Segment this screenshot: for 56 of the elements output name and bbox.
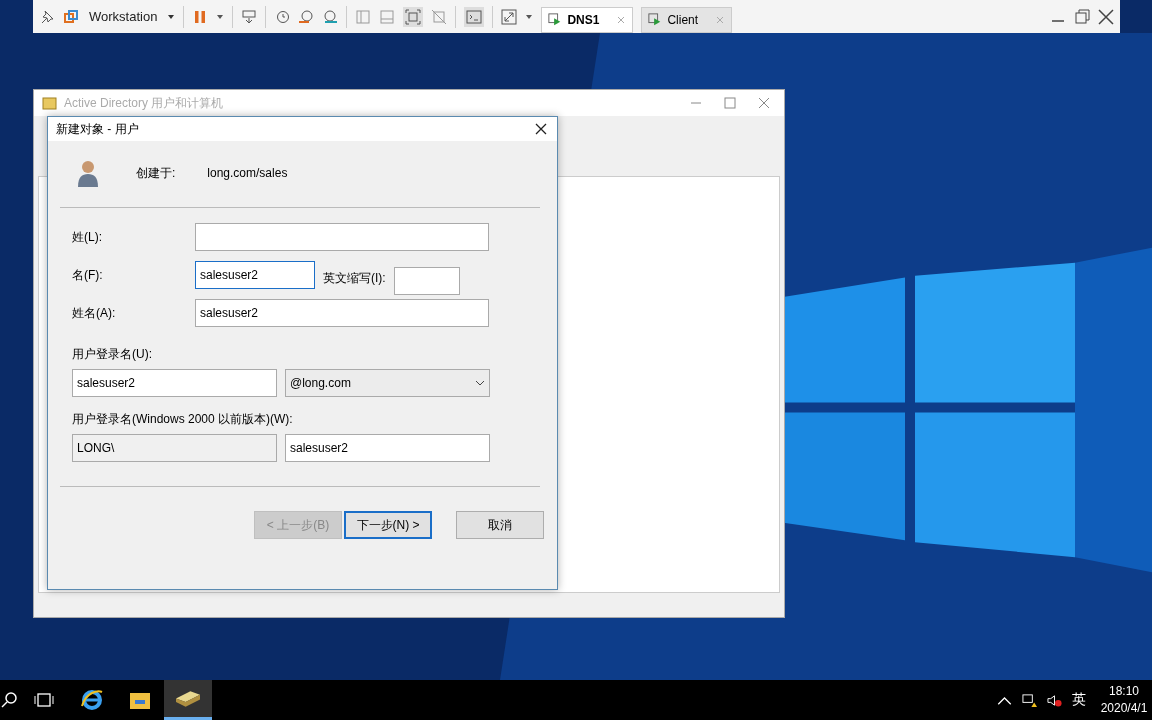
pin-icon[interactable] [39, 8, 55, 25]
tab-label: Client [667, 12, 699, 27]
caret-icon[interactable] [525, 12, 534, 21]
vm-tab[interactable]: DNS1 [541, 6, 634, 33]
taskbar-app[interactable] [164, 680, 212, 720]
field-label: 创建于: [136, 164, 176, 182]
speaker-muted-icon[interactable] [1047, 692, 1062, 708]
caret-icon[interactable] [216, 12, 225, 21]
user-icon [76, 158, 100, 188]
vm-icon [548, 12, 563, 27]
overlapping-squares-icon[interactable] [63, 8, 79, 25]
folder-icon [42, 95, 58, 111]
field-label: 姓(L): [71, 228, 103, 246]
dialog-title: 新建对象 - 用户 [56, 120, 139, 138]
close-icon[interactable] [1098, 8, 1114, 25]
search-icon[interactable] [0, 690, 20, 710]
field-label: 用户登录名(U): [71, 346, 153, 363]
send-keys-icon[interactable] [241, 8, 258, 25]
field-label: 英文缩写(I): [323, 269, 386, 287]
input-field: LONG\ [72, 434, 277, 462]
clock-date[interactable]: 2020/4/1 [1100, 700, 1148, 717]
stretch-icon[interactable] [501, 8, 518, 25]
chevron-down-icon [475, 380, 485, 386]
input-field[interactable]: salesuser2 [285, 434, 490, 462]
input-field[interactable] [195, 223, 489, 251]
input-method[interactable]: 英 [1072, 691, 1086, 709]
workstation-menu[interactable]: Workstation [87, 9, 160, 24]
field-label: 姓名(A): [71, 304, 117, 322]
input-field[interactable]: salesuser2 [195, 261, 315, 289]
dialog-button[interactable]: 下一步(N) > [344, 511, 432, 539]
fullscreen-icon[interactable] [403, 6, 424, 27]
field-label: 名(F): [71, 266, 104, 284]
clock-plus-icon[interactable] [274, 8, 291, 25]
input-field[interactable]: salesuser2 [195, 299, 489, 327]
unity-off-icon[interactable] [431, 8, 448, 25]
clock-arrow-icon[interactable] [322, 8, 339, 25]
caret-icon[interactable] [167, 12, 176, 21]
e-logo-icon [80, 688, 104, 712]
vm-tab[interactable]: Client [641, 6, 733, 33]
clock-time[interactable]: 18:10 [1109, 683, 1139, 700]
network-warning-icon[interactable] [1022, 692, 1037, 708]
book-icon [176, 690, 200, 707]
window-title: Active Directory 用户和计算机 [64, 94, 224, 112]
domain-dropdown[interactable]: @long.com [285, 369, 490, 397]
vm-icon [648, 12, 663, 27]
clock-arrow-icon[interactable] [298, 8, 315, 25]
restore-icon[interactable] [1074, 8, 1090, 25]
tab-label: DNS1 [567, 12, 600, 27]
input-field[interactable] [393, 267, 460, 295]
task-view-icon[interactable] [34, 690, 54, 710]
close-icon[interactable] [533, 121, 549, 137]
field-value: long.com/sales [207, 166, 288, 180]
field-label: 用户登录名(Windows 2000 以前版本)(W): [71, 411, 294, 428]
input-field[interactable]: salesuser2 [72, 369, 277, 397]
terminal-icon[interactable] [464, 6, 485, 27]
dialog-button[interactable]: 取消 [456, 511, 544, 539]
